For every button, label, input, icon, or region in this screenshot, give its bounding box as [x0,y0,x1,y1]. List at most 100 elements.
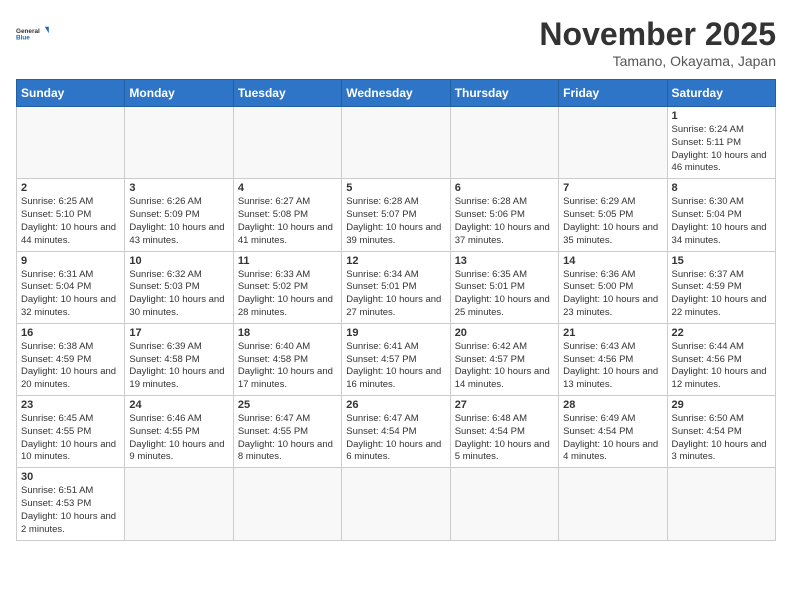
day-info: Sunrise: 6:25 AM Sunset: 5:10 PM Dayligh… [21,196,120,247]
day-info: Sunrise: 6:47 AM Sunset: 4:55 PM Dayligh… [238,413,337,464]
calendar-cell: 1 Sunrise: 6:24 AM Sunset: 5:11 PM Daylig… [667,107,775,179]
calendar-cell: 10 Sunrise: 6:32 AM Sunset: 5:03 PM Dayli… [125,251,233,323]
svg-text:Blue: Blue [16,35,30,42]
day-number: 14 [563,255,662,267]
day-number: 23 [21,399,120,411]
day-number: 27 [455,399,554,411]
calendar-cell: 25 Sunrise: 6:47 AM Sunset: 4:55 PM Dayli… [233,396,341,468]
day-info: Sunrise: 6:41 AM Sunset: 4:57 PM Dayligh… [346,341,445,392]
calendar-cell: 30Sunrise: 6:51 AM Sunset: 4:53 PM Dayli… [17,468,125,540]
day-number: 8 [672,182,771,194]
calendar-week-1: 1 Sunrise: 6:24 AM Sunset: 5:11 PM Daylig… [17,107,776,179]
logo: GeneralBlue [16,16,52,52]
day-number: 13 [455,255,554,267]
calendar-cell: 16 Sunrise: 6:38 AM Sunset: 4:59 PM Dayli… [17,323,125,395]
calendar-cell: 22 Sunrise: 6:44 AM Sunset: 4:56 PM Dayli… [667,323,775,395]
month-title: November 2025 [539,16,776,53]
day-info: Sunrise: 6:28 AM Sunset: 5:07 PM Dayligh… [346,196,445,247]
day-info: Sunrise: 6:45 AM Sunset: 4:55 PM Dayligh… [21,413,120,464]
calendar-cell: 5 Sunrise: 6:28 AM Sunset: 5:07 PM Daylig… [342,179,450,251]
day-info: Sunrise: 6:40 AM Sunset: 4:58 PM Dayligh… [238,341,337,392]
day-info: Sunrise: 6:38 AM Sunset: 4:59 PM Dayligh… [21,341,120,392]
title-block: November 2025 Tamano, Okayama, Japan [539,16,776,69]
calendar-cell: 19 Sunrise: 6:41 AM Sunset: 4:57 PM Dayli… [342,323,450,395]
day-number: 11 [238,255,337,267]
day-info: Sunrise: 6:51 AM Sunset: 4:53 PM Dayligh… [21,485,120,536]
calendar-cell: 28Sunrise: 6:49 AM Sunset: 4:54 PM Dayli… [559,396,667,468]
day-number: 12 [346,255,445,267]
weekday-header-tuesday: Tuesday [233,80,341,107]
day-number: 17 [129,327,228,339]
calendar-cell [342,468,450,540]
day-number: 25 [238,399,337,411]
day-number: 7 [563,182,662,194]
day-info: Sunrise: 6:30 AM Sunset: 5:04 PM Dayligh… [672,196,771,247]
day-info: Sunrise: 6:24 AM Sunset: 5:11 PM Dayligh… [672,124,771,175]
day-info: Sunrise: 6:31 AM Sunset: 5:04 PM Dayligh… [21,269,120,320]
day-info: Sunrise: 6:33 AM Sunset: 5:02 PM Dayligh… [238,269,337,320]
calendar-header-row: SundayMondayTuesdayWednesdayThursdayFrid… [17,80,776,107]
calendar-cell [17,107,125,179]
calendar-cell: 23 Sunrise: 6:45 AM Sunset: 4:55 PM Dayli… [17,396,125,468]
calendar-cell [559,107,667,179]
location: Tamano, Okayama, Japan [539,53,776,69]
day-info: Sunrise: 6:44 AM Sunset: 4:56 PM Dayligh… [672,341,771,392]
calendar-cell [342,107,450,179]
calendar-cell: 6Sunrise: 6:28 AM Sunset: 5:06 PM Daylig… [450,179,558,251]
day-info: Sunrise: 6:48 AM Sunset: 4:54 PM Dayligh… [455,413,554,464]
calendar-cell: 15Sunrise: 6:37 AM Sunset: 4:59 PM Dayli… [667,251,775,323]
weekday-header-saturday: Saturday [667,80,775,107]
day-number: 21 [563,327,662,339]
day-number: 22 [672,327,771,339]
day-number: 26 [346,399,445,411]
calendar-cell: 18Sunrise: 6:40 AM Sunset: 4:58 PM Dayli… [233,323,341,395]
calendar-cell: 7Sunrise: 6:29 AM Sunset: 5:05 PM Daylig… [559,179,667,251]
day-info: Sunrise: 6:35 AM Sunset: 5:01 PM Dayligh… [455,269,554,320]
day-info: Sunrise: 6:49 AM Sunset: 4:54 PM Dayligh… [563,413,662,464]
day-number: 3 [129,182,228,194]
day-number: 1 [672,110,771,122]
calendar-cell [233,107,341,179]
day-info: Sunrise: 6:43 AM Sunset: 4:56 PM Dayligh… [563,341,662,392]
day-info: Sunrise: 6:47 AM Sunset: 4:54 PM Dayligh… [346,413,445,464]
calendar-week-4: 16 Sunrise: 6:38 AM Sunset: 4:59 PM Dayli… [17,323,776,395]
weekday-header-thursday: Thursday [450,80,558,107]
calendar-cell: 13 Sunrise: 6:35 AM Sunset: 5:01 PM Dayli… [450,251,558,323]
page-header: GeneralBlue November 2025 Tamano, Okayam… [16,16,776,69]
day-number: 6 [455,182,554,194]
calendar-week-5: 23 Sunrise: 6:45 AM Sunset: 4:55 PM Dayli… [17,396,776,468]
day-number: 5 [346,182,445,194]
calendar-week-2: 2 Sunrise: 6:25 AM Sunset: 5:10 PM Daylig… [17,179,776,251]
day-number: 4 [238,182,337,194]
day-info: Sunrise: 6:27 AM Sunset: 5:08 PM Dayligh… [238,196,337,247]
calendar-cell [125,107,233,179]
calendar-cell: 11 Sunrise: 6:33 AM Sunset: 5:02 PM Dayli… [233,251,341,323]
day-number: 24 [129,399,228,411]
weekday-header-wednesday: Wednesday [342,80,450,107]
day-number: 2 [21,182,120,194]
calendar-week-3: 9 Sunrise: 6:31 AM Sunset: 5:04 PM Daylig… [17,251,776,323]
weekday-header-monday: Monday [125,80,233,107]
calendar-cell: 21 Sunrise: 6:43 AM Sunset: 4:56 PM Dayli… [559,323,667,395]
calendar-week-6: 30Sunrise: 6:51 AM Sunset: 4:53 PM Dayli… [17,468,776,540]
day-number: 10 [129,255,228,267]
calendar-cell: 27 Sunrise: 6:48 AM Sunset: 4:54 PM Dayli… [450,396,558,468]
day-number: 16 [21,327,120,339]
day-info: Sunrise: 6:36 AM Sunset: 5:00 PM Dayligh… [563,269,662,320]
svg-text:General: General [16,28,40,35]
calendar-cell [450,468,558,540]
day-info: Sunrise: 6:32 AM Sunset: 5:03 PM Dayligh… [129,269,228,320]
calendar-cell: 9 Sunrise: 6:31 AM Sunset: 5:04 PM Daylig… [17,251,125,323]
calendar-cell: 3Sunrise: 6:26 AM Sunset: 5:09 PM Daylig… [125,179,233,251]
day-info: Sunrise: 6:34 AM Sunset: 5:01 PM Dayligh… [346,269,445,320]
day-number: 19 [346,327,445,339]
day-info: Sunrise: 6:37 AM Sunset: 4:59 PM Dayligh… [672,269,771,320]
calendar-cell: 2 Sunrise: 6:25 AM Sunset: 5:10 PM Daylig… [17,179,125,251]
day-number: 9 [21,255,120,267]
calendar-cell: 8 Sunrise: 6:30 AM Sunset: 5:04 PM Daylig… [667,179,775,251]
logo-icon: GeneralBlue [16,16,52,52]
weekday-header-sunday: Sunday [17,80,125,107]
calendar-cell: 26 Sunrise: 6:47 AM Sunset: 4:54 PM Dayli… [342,396,450,468]
day-number: 29 [672,399,771,411]
calendar-cell: 17Sunrise: 6:39 AM Sunset: 4:58 PM Dayli… [125,323,233,395]
